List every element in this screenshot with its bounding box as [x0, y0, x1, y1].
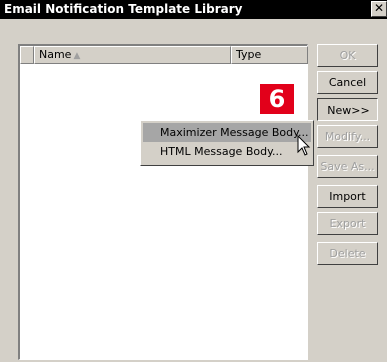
menu-item-html-message-body[interactable]: HTML Message Body... [143, 142, 311, 161]
list-header: Name ▲ Type [20, 46, 308, 64]
ok-button[interactable]: OK [317, 44, 378, 67]
column-header-name-label: Name [39, 48, 72, 61]
column-header-type[interactable]: Type [231, 46, 308, 64]
cancel-button[interactable]: Cancel [317, 71, 378, 94]
new-button[interactable]: New>> [317, 98, 378, 121]
modify-button[interactable]: Modify... [317, 125, 378, 148]
close-button[interactable]: ✕ [371, 1, 387, 17]
title-bar: Email Notification Template Library ✕ [0, 0, 387, 19]
delete-button[interactable]: Delete [317, 242, 378, 265]
sort-ascending-icon: ▲ [73, 51, 81, 61]
close-icon: ✕ [373, 1, 385, 15]
export-button[interactable]: Export [317, 212, 378, 235]
new-popup-menu: Maximizer Message Body... HTML Message B… [140, 120, 314, 166]
column-header-type-label: Type [236, 48, 262, 61]
save-as-button[interactable]: Save As... [317, 155, 378, 178]
column-header-name[interactable]: Name ▲ [34, 46, 231, 64]
mouse-pointer-icon [297, 135, 311, 156]
window-title: Email Notification Template Library [4, 2, 243, 16]
menu-item-maximizer-message-body[interactable]: Maximizer Message Body... [143, 123, 311, 142]
template-library-dialog: Email Notification Template Library ✕ Na… [0, 0, 387, 362]
step-callout-badge: 6 [260, 84, 294, 114]
import-button[interactable]: Import [317, 185, 378, 208]
header-spacer [20, 46, 34, 64]
